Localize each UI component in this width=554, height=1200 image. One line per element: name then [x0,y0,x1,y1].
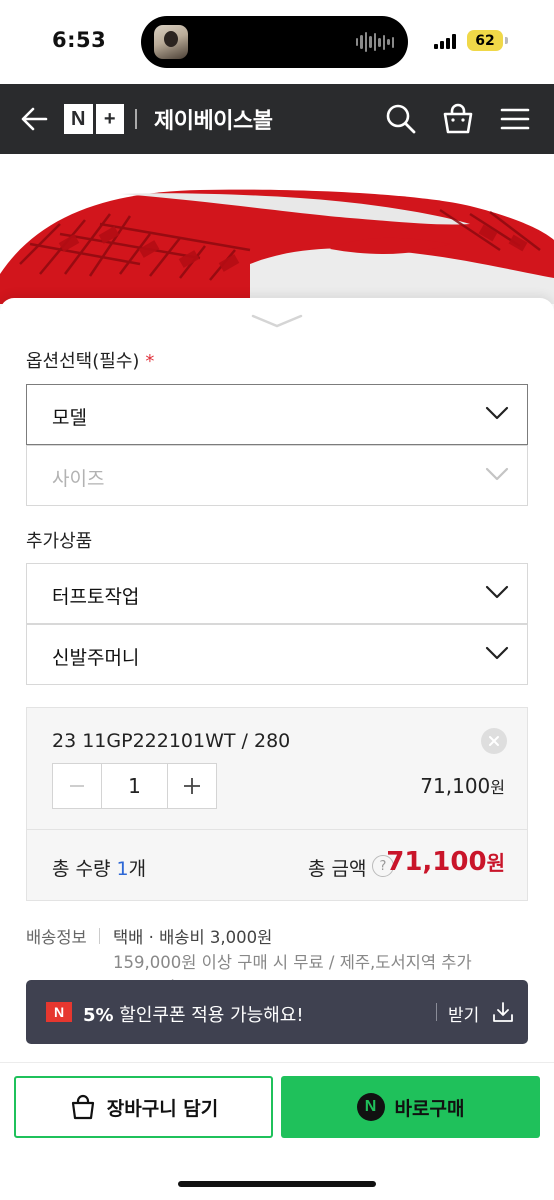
logo-plus: + [95,104,124,134]
coupon-banner[interactable]: N 5% 할인쿠폰 적용 가능해요! 받기 [26,980,528,1044]
total-price-value: 71,100 [386,847,487,877]
download-icon[interactable] [491,1000,515,1024]
back-arrow-icon[interactable] [18,102,52,136]
sheet-collapse-handle-icon[interactable] [249,312,305,330]
quantity-value[interactable]: 1 [101,764,168,808]
home-indicator[interactable] [178,1181,376,1187]
addon-select-shoe-bag[interactable]: 신발주머니 [26,624,528,685]
item-price-unit: 원 [490,778,505,797]
selected-item-name: 23 11GP222101WT / 280 [52,730,291,752]
coupon-percent: 5% [83,1005,114,1026]
header-divider [135,109,137,129]
total-price: 71,100원 [386,847,505,877]
required-options-text: 옵션선택(필수) [26,351,140,372]
size-select-placeholder: 사이즈 [52,468,105,490]
shipping-divider [99,928,100,944]
remove-item-button[interactable] [481,728,507,754]
status-time: 6:53 [52,28,107,52]
shopping-bag-icon [71,1094,94,1120]
audio-wave-icon [355,31,394,53]
naver-plus-logo[interactable]: N + [64,104,124,134]
battery-indicator: 62 [467,30,508,51]
total-quantity-label: 총 수량 [52,858,117,880]
shoe-sole-image [0,154,554,304]
coupon-divider [436,1003,437,1021]
required-mark: * [145,351,155,372]
total-price-unit: 원 [486,851,505,875]
minus-icon [70,785,84,787]
naver-badge-icon: N [46,1002,72,1022]
coupon-message: 5% 할인쿠폰 적용 가능해요! [83,1001,304,1027]
add-to-cart-button[interactable]: 장바구니 담기 [14,1076,273,1138]
total-quantity-number: 1 [116,858,129,880]
addon-select-value: 터프토작업 [52,586,140,608]
total-amount-label: 총 금액 [308,858,367,880]
close-icon [489,736,499,746]
card-divider [27,829,527,830]
naver-pay-icon: N [356,1093,385,1121]
store-name[interactable]: 제이베이스볼 [154,103,273,135]
size-select[interactable]: 사이즈 [26,445,528,506]
now-playing-thumbnail [154,25,188,59]
app-header: N + 제이베이스볼 [0,84,554,154]
selected-item-card: 23 11GP222101WT / 280 1 71,100원 총 수량 1개 … [26,707,528,901]
item-price-value: 71,100 [420,774,491,798]
addon-select-toe-work[interactable]: 터프토작업 [26,563,528,624]
add-to-cart-label: 장바구니 담기 [106,1097,219,1120]
search-icon[interactable] [383,101,419,137]
addon-select-value: 신발주머니 [52,647,140,669]
coupon-message-text: 할인쿠폰 적용 가능해요! [113,1005,304,1026]
addon-products-label: 추가상품 [26,531,93,552]
cellular-signal-icon [434,33,456,49]
product-image[interactable] [0,154,554,304]
chevron-down-icon [485,646,509,660]
menu-icon[interactable] [497,101,533,137]
required-options-label: 옵션선택(필수) * [26,347,154,373]
shipping-info-label: 배송정보 [26,928,87,947]
chevron-down-icon [485,585,509,599]
model-select[interactable]: 모델 [26,384,528,445]
status-bar: 6:53 62 [0,0,554,84]
buy-now-button[interactable]: N 바로구매 [281,1076,540,1138]
logo-n: N [64,104,93,134]
quantity-stepper: 1 [52,763,217,809]
get-coupon-button[interactable]: 받기 [448,1001,479,1026]
model-select-value: 모델 [52,407,87,429]
item-price: 71,100원 [420,774,505,798]
increase-quantity-button[interactable] [168,764,216,808]
decrease-quantity-button[interactable] [53,764,101,808]
chevron-down-icon [485,406,509,420]
shipping-method: 택배 · 배송비 3,000원 [113,928,273,947]
shipping-free-condition: 159,000원 이상 구매 시 무료 / 제주,도서지역 추가 [113,953,472,972]
chevron-down-icon [485,467,509,481]
plus-icon [184,778,200,794]
dynamic-island[interactable] [141,16,408,68]
total-quantity: 총 수량 1개 [52,854,146,881]
total-quantity-unit: 개 [128,858,147,880]
buy-now-label: 바로구매 [394,1097,465,1120]
shopping-bag-icon[interactable] [440,101,476,137]
